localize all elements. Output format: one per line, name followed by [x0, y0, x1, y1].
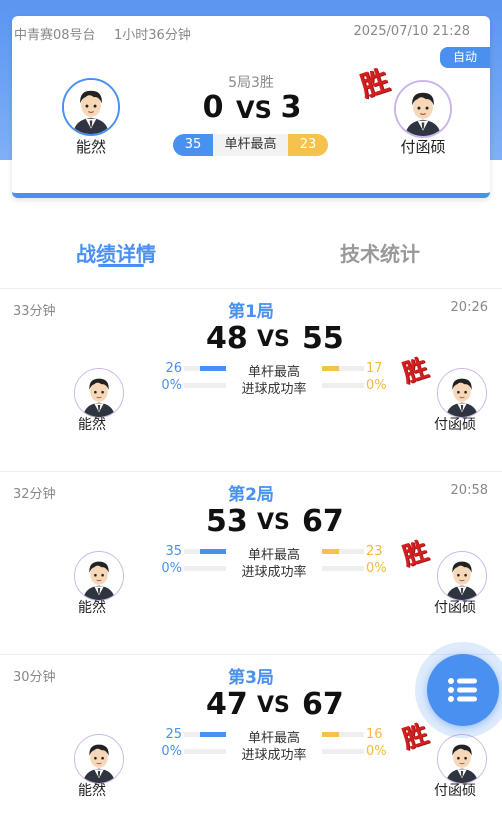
- right-player-name: 付函硕: [434, 600, 476, 616]
- high-break-right-fill: [322, 366, 339, 371]
- game-score-left: 48: [206, 321, 248, 356]
- high-break-right: 16: [366, 727, 383, 742]
- player-avatar-icon: [75, 735, 123, 783]
- menu-list-icon: [448, 678, 477, 702]
- high-break-right-fill: [322, 549, 339, 554]
- high-break-left: 35: [165, 544, 182, 559]
- high-break-pill: 35 单杆最高 23: [173, 134, 328, 156]
- game-score-left: 53: [206, 504, 248, 539]
- potting-rate-right-bar: [322, 383, 364, 388]
- potting-rate-right: 0%: [366, 561, 387, 576]
- tab-detail[interactable]: 战绩详情: [76, 238, 156, 267]
- match-datetime: 2025/07/10 21:28: [353, 24, 470, 39]
- game-score-right: 67: [302, 504, 344, 539]
- player-avatar-icon: [75, 552, 123, 600]
- high-break-left-fill: [200, 549, 226, 554]
- game-title: 第1局: [228, 302, 274, 322]
- game-score-left: 47: [206, 687, 248, 722]
- total-score-left: 0: [202, 90, 224, 125]
- high-break-left: 35: [173, 134, 213, 156]
- high-break-label: 单杆最高: [213, 134, 288, 156]
- left-player-avatar[interactable]: [74, 551, 124, 601]
- left-player-avatar[interactable]: [74, 368, 124, 418]
- player-avatar-icon: [75, 369, 123, 417]
- game-score-right: 67: [302, 687, 344, 722]
- table-name: 中青赛08号台: [14, 28, 96, 43]
- high-break-right-bar: [322, 549, 364, 554]
- potting-rate-right: 0%: [366, 744, 387, 759]
- auto-badge[interactable]: 自动: [440, 47, 490, 68]
- match-info-bar: 中青赛08号台 1小时36分钟 2025/07/10 21:28: [12, 16, 490, 46]
- high-break-right: 23: [288, 134, 328, 156]
- right-player-avatar[interactable]: [437, 368, 487, 418]
- high-break-right: 17: [366, 361, 383, 376]
- high-break-right: 23: [366, 544, 383, 559]
- potting-rate-right-bar: [322, 566, 364, 571]
- potting-rate-left: 0%: [161, 378, 182, 393]
- right-player-avatar[interactable]: [437, 734, 487, 784]
- total-score-right: 3: [280, 90, 302, 125]
- high-break-left-bar: [184, 549, 226, 554]
- high-break-left: 26: [165, 361, 182, 376]
- right-player-avatar[interactable]: [437, 551, 487, 601]
- game-card[interactable]: 32分钟 20:58 第2局 53 VS 67 35 单杆最高 23 0% 进球…: [0, 472, 502, 655]
- left-player-name: 能然: [78, 783, 106, 799]
- potting-rate-left: 0%: [161, 744, 182, 759]
- game-score-right: 55: [302, 321, 344, 356]
- vs-label: VS: [257, 327, 290, 352]
- vs-label: VS: [257, 510, 290, 535]
- potting-rate-left-bar: [184, 749, 226, 754]
- right-player-name: 付函硕: [434, 417, 476, 433]
- menu-fab-button[interactable]: [427, 654, 499, 726]
- tab-active-indicator: [98, 264, 144, 267]
- potting-rate-label: 进球成功率: [241, 382, 307, 397]
- high-break-right-bar: [322, 366, 364, 371]
- player-avatar-icon: [438, 735, 486, 783]
- left-player-name: 能然: [75, 138, 106, 156]
- tab-bar: 战绩详情 技术统计: [0, 230, 502, 280]
- player-avatar-icon: [438, 369, 486, 417]
- high-break-left-fill: [200, 732, 226, 737]
- left-player-name: 能然: [78, 600, 106, 616]
- high-break-right-fill: [322, 732, 339, 737]
- left-player-avatar[interactable]: [74, 734, 124, 784]
- high-break-left-bar: [184, 732, 226, 737]
- potting-rate-left: 0%: [161, 561, 182, 576]
- right-player-name: 付函硕: [400, 138, 446, 156]
- right-player-name: 付函硕: [434, 783, 476, 799]
- high-break-left: 25: [165, 727, 182, 742]
- tab-stats[interactable]: 技术统计: [340, 238, 420, 267]
- potting-rate-label: 进球成功率: [241, 565, 307, 580]
- game-card[interactable]: 33分钟 20:26 第1局 48 VS 55 26 单杆最高 17 0% 进球…: [0, 289, 502, 472]
- left-player-name: 能然: [78, 417, 106, 433]
- potting-rate-right-bar: [322, 749, 364, 754]
- match-duration: 1小时36分钟: [114, 28, 191, 43]
- potting-rate-right: 0%: [366, 378, 387, 393]
- high-break-left-bar: [184, 366, 226, 371]
- potting-rate-left-bar: [184, 383, 226, 388]
- player-avatar-icon: [438, 552, 486, 600]
- match-format: 5局3胜: [228, 75, 274, 91]
- match-summary-card: 中青赛08号台 1小时36分钟 2025/07/10 21:28 自动 能然 付…: [12, 16, 490, 198]
- potting-rate-label: 进球成功率: [241, 748, 307, 763]
- high-break-right-bar: [322, 732, 364, 737]
- vs-label: VS: [257, 693, 290, 718]
- game-title: 第2局: [228, 485, 274, 505]
- potting-rate-left-bar: [184, 566, 226, 571]
- high-break-left-fill: [200, 366, 226, 371]
- vs-label: VS: [236, 96, 272, 124]
